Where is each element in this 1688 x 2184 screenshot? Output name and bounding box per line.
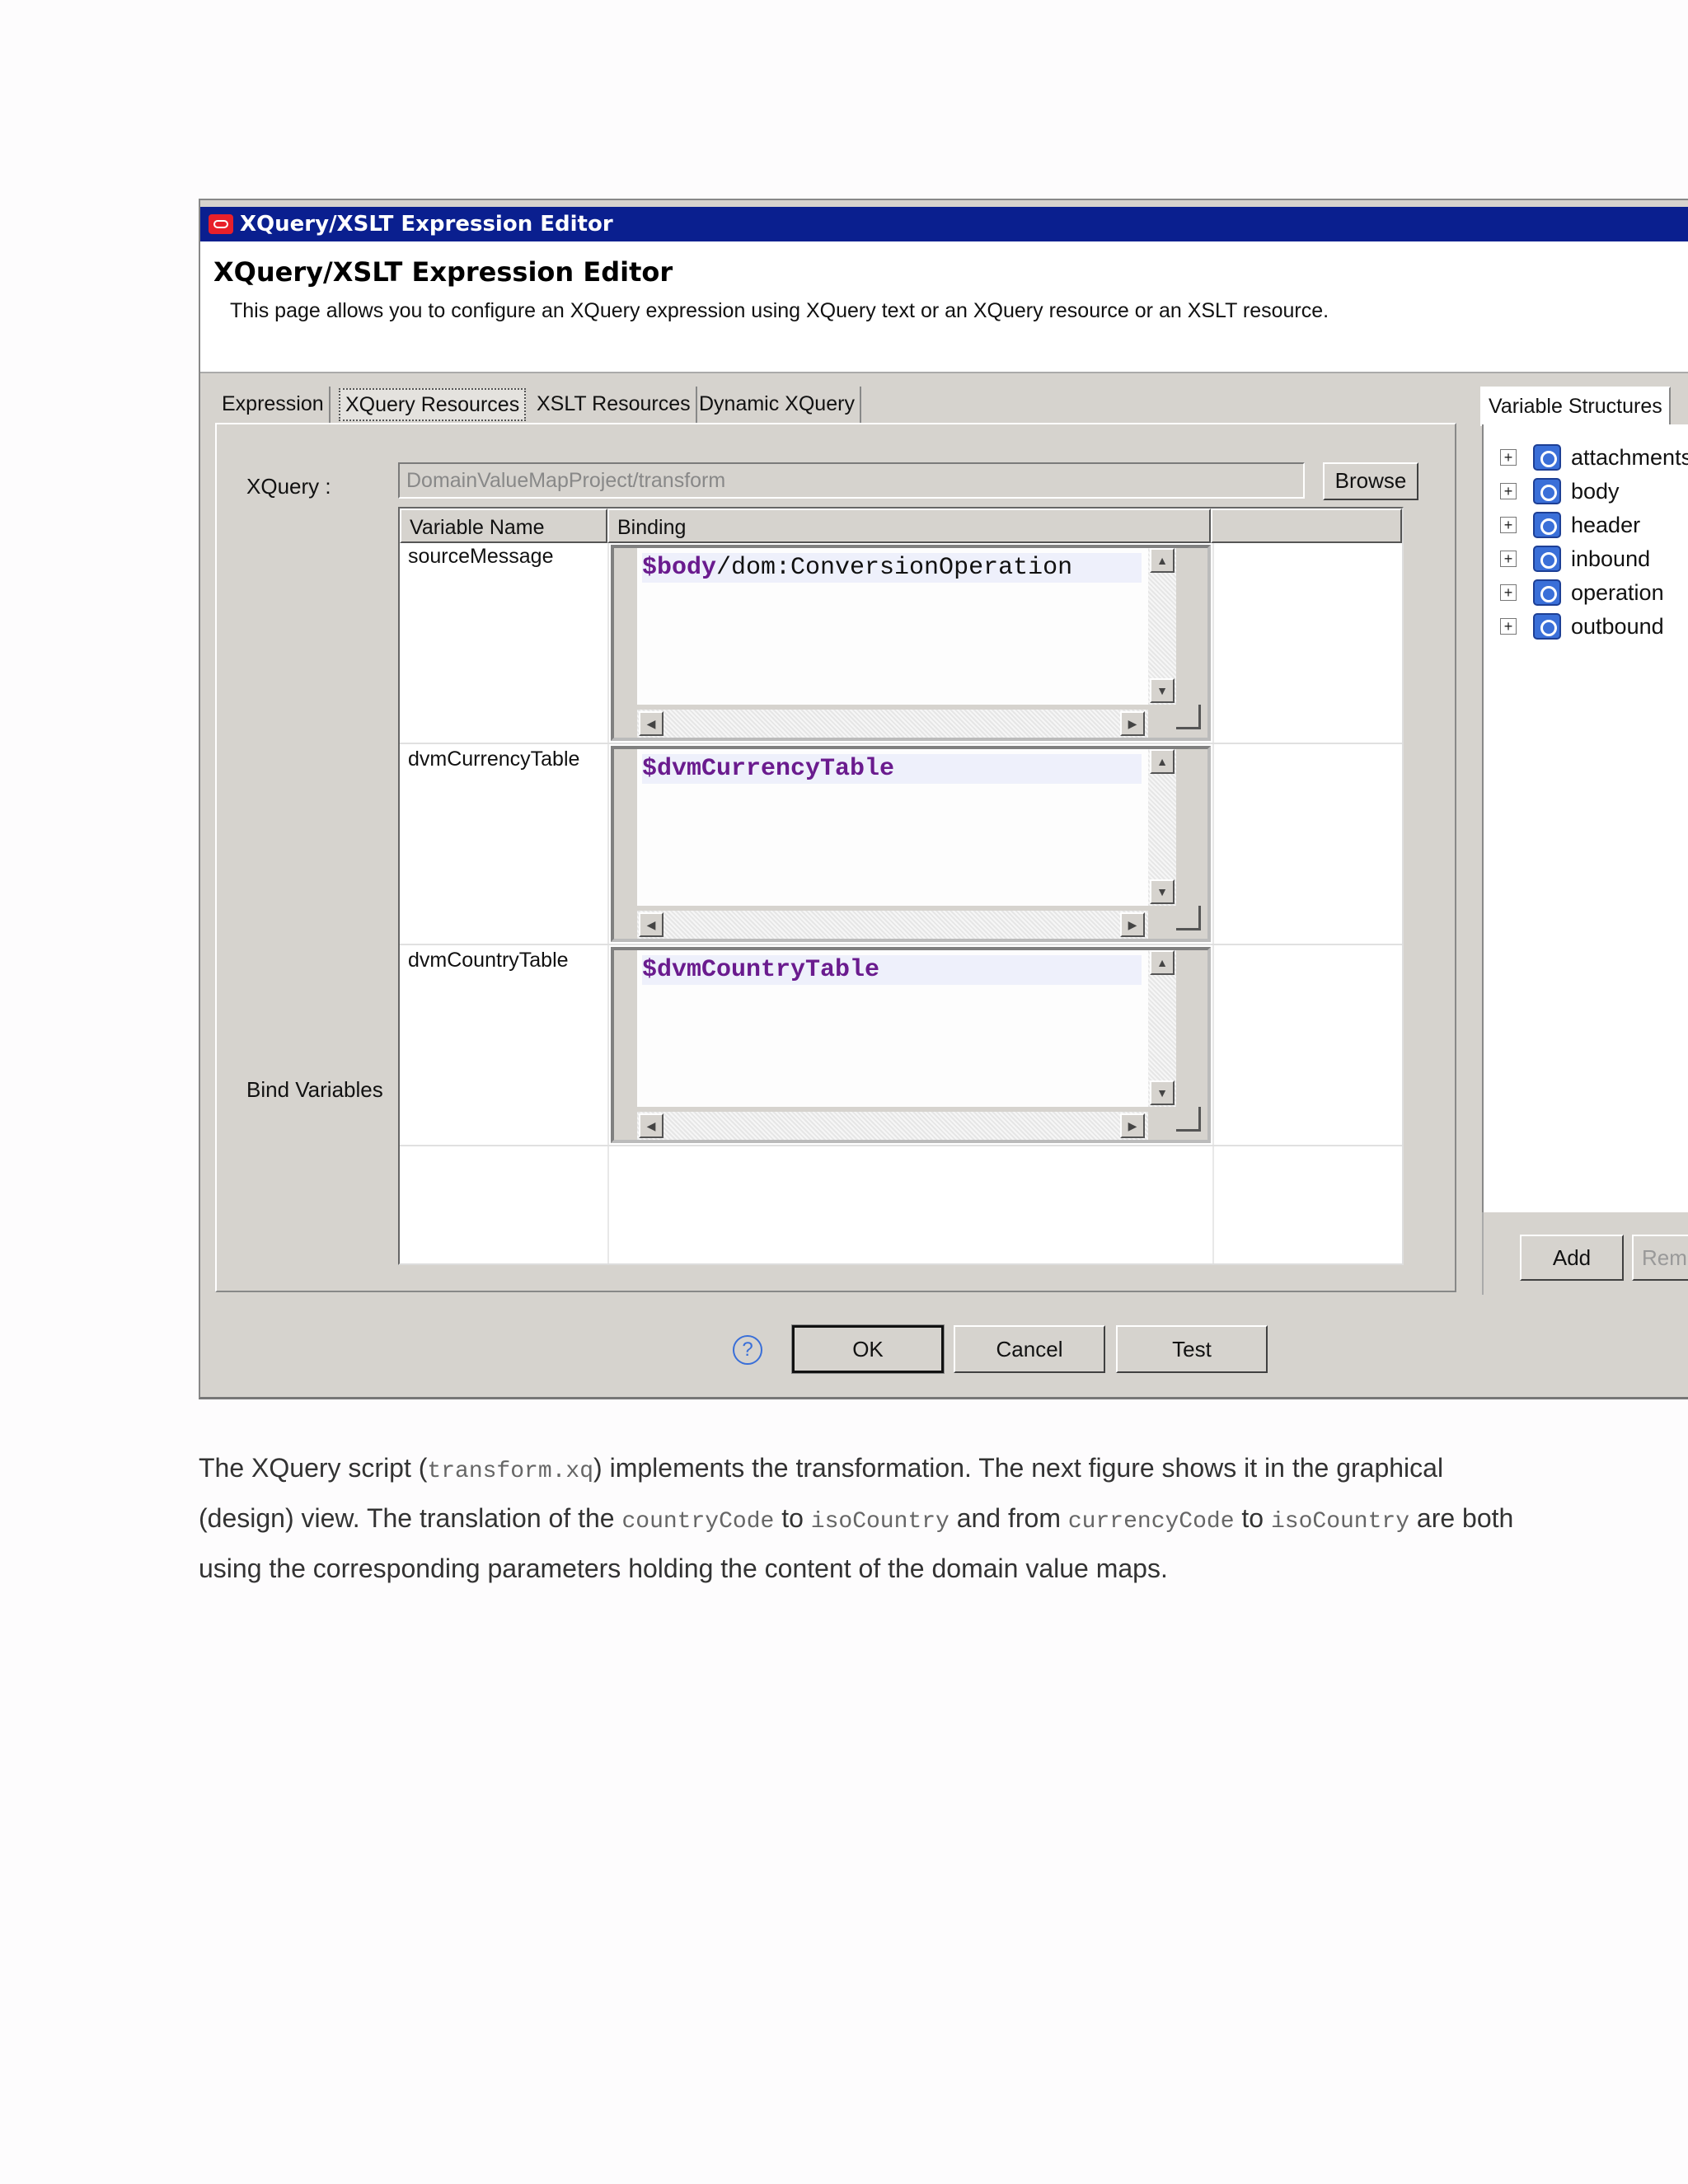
- vertical-scrollbar[interactable]: ▲ ▼: [1148, 548, 1176, 705]
- variable-icon: [1533, 444, 1561, 471]
- expand-icon[interactable]: +: [1500, 584, 1517, 601]
- binding-expression[interactable]: $body/dom:ConversionOperation: [642, 553, 1142, 583]
- column-header-binding[interactable]: Binding: [607, 509, 1211, 543]
- row-divider: [400, 944, 1402, 945]
- variable-icon: [1533, 579, 1561, 606]
- expand-icon[interactable]: +: [1500, 551, 1517, 567]
- tab-xslt-resources[interactable]: XSLT Resources: [532, 387, 697, 424]
- scroll-right-icon[interactable]: ▶: [1120, 1113, 1145, 1138]
- scroll-up-icon[interactable]: ▲: [1150, 950, 1175, 975]
- scroll-left-icon[interactable]: ◀: [639, 1113, 663, 1138]
- scroll-left-icon[interactable]: ◀: [639, 711, 663, 736]
- remove-variable-button[interactable]: Rem: [1632, 1235, 1688, 1281]
- expression-editor-dialog: XQuery/XSLT Expression Editor XQuery/XSL…: [199, 199, 1688, 1399]
- scroll-right-icon[interactable]: ▶: [1120, 912, 1145, 937]
- expand-icon[interactable]: +: [1500, 618, 1517, 635]
- tree-item-label: attachments: [1571, 445, 1688, 470]
- variable-icon: [1533, 613, 1561, 640]
- tab-variable-structures[interactable]: Variable Structures: [1480, 387, 1671, 426]
- scroll-up-icon[interactable]: ▲: [1150, 548, 1175, 573]
- binding-editor-dvmcountrytable[interactable]: $dvmCountryTable ▲ ▼ ◀ ▶: [611, 947, 1211, 1143]
- xquery-resource-input[interactable]: DomainValueMapProject/transform: [398, 462, 1305, 499]
- binding-text-area[interactable]: $dvmCurrencyTable: [637, 749, 1148, 906]
- ok-button[interactable]: OK: [791, 1324, 945, 1374]
- help-icon[interactable]: ?: [733, 1335, 762, 1365]
- title-bar[interactable]: XQuery/XSLT Expression Editor: [200, 207, 1688, 241]
- tree-item-label: inbound: [1571, 546, 1651, 571]
- tree-item-label: body: [1571, 479, 1620, 504]
- row-divider: [400, 743, 1402, 744]
- scroll-left-icon[interactable]: ◀: [639, 912, 663, 937]
- inline-code: countryCode: [621, 1509, 775, 1535]
- xquery-label: XQuery :: [246, 474, 331, 499]
- vertical-scrollbar[interactable]: ▲ ▼: [1148, 749, 1176, 906]
- browse-button[interactable]: Browse: [1323, 462, 1418, 500]
- variable-icon: [1533, 478, 1561, 504]
- header-panel: XQuery/XSLT Expression Editor This page …: [200, 241, 1688, 373]
- table-row-variable-name: dvmCountryTable: [408, 949, 569, 972]
- cancel-button[interactable]: Cancel: [954, 1325, 1105, 1373]
- resize-corner[interactable]: [1176, 1107, 1201, 1132]
- inline-code: currencyCode: [1067, 1509, 1235, 1535]
- test-button[interactable]: Test: [1116, 1325, 1268, 1373]
- table-row-variable-name: dvmCurrencyTable: [408, 748, 580, 771]
- tree-item-label: header: [1571, 513, 1641, 537]
- row-divider: [400, 1145, 1402, 1146]
- bind-variables-label: Bind Variables: [246, 1077, 383, 1102]
- variable-icon: [1533, 546, 1561, 572]
- tab-xquery-resources[interactable]: XQuery Resources: [339, 388, 527, 421]
- tree-item-label: outbound: [1571, 614, 1664, 639]
- inline-code: transform.xq: [427, 1459, 594, 1484]
- binding-text-area[interactable]: $body/dom:ConversionOperation: [637, 548, 1148, 705]
- vertical-scrollbar[interactable]: ▲ ▼: [1148, 950, 1176, 1107]
- window-title: XQuery/XSLT Expression Editor: [240, 212, 613, 237]
- scroll-right-icon[interactable]: ▶: [1120, 711, 1145, 736]
- binding-expression[interactable]: $dvmCountryTable: [642, 955, 1142, 985]
- binding-editor-sourcemessage[interactable]: $body/dom:ConversionOperation ▲ ▼ ◀ ▶: [611, 545, 1211, 741]
- binding-text-area[interactable]: $dvmCountryTable: [637, 950, 1148, 1107]
- scroll-up-icon[interactable]: ▲: [1150, 749, 1175, 774]
- column-header-empty: [1211, 509, 1402, 543]
- body-paragraph: The XQuery script (transform.xq) impleme…: [199, 1453, 1514, 1583]
- horizontal-scrollbar[interactable]: ◀ ▶: [637, 1112, 1148, 1140]
- column-divider: [607, 543, 609, 1263]
- variable-icon: [1533, 512, 1561, 538]
- add-variable-button[interactable]: Add: [1520, 1235, 1624, 1281]
- tab-expression[interactable]: Expression: [217, 387, 331, 424]
- oracle-app-icon: [209, 214, 233, 234]
- scroll-down-icon[interactable]: ▼: [1150, 1080, 1175, 1105]
- binding-editor-dvmcurrencytable[interactable]: $dvmCurrencyTable ▲ ▼ ◀ ▶: [611, 746, 1211, 942]
- page-title: XQuery/XSLT Expression Editor: [213, 256, 673, 288]
- horizontal-scrollbar[interactable]: ◀ ▶: [637, 911, 1148, 939]
- resize-corner[interactable]: [1176, 906, 1201, 930]
- tree-item-label: operation: [1571, 580, 1664, 605]
- expand-icon[interactable]: +: [1500, 517, 1517, 533]
- binding-expression[interactable]: $dvmCurrencyTable: [642, 754, 1142, 784]
- bind-variables-table: Variable Name Binding sourceMessage $bod…: [398, 507, 1404, 1265]
- table-row-variable-name: sourceMessage: [408, 545, 554, 568]
- column-divider: [1212, 543, 1214, 1263]
- page-description: This page allows you to configure an XQu…: [230, 299, 1329, 322]
- expand-icon[interactable]: +: [1500, 483, 1517, 499]
- inline-code: isoCountry: [1270, 1509, 1410, 1535]
- expand-icon[interactable]: +: [1500, 449, 1517, 466]
- column-header-variable-name[interactable]: Variable Name: [400, 509, 607, 543]
- scroll-down-icon[interactable]: ▼: [1150, 678, 1175, 703]
- horizontal-scrollbar[interactable]: ◀ ▶: [637, 710, 1148, 738]
- resize-corner[interactable]: [1176, 705, 1201, 729]
- xquery-resources-panel: XQuery : DomainValueMapProject/transform…: [215, 423, 1456, 1292]
- variable-structures-tree: + attachments + body + header + inbound …: [1482, 424, 1688, 1249]
- tab-dynamic-xquery[interactable]: Dynamic XQuery: [694, 387, 861, 424]
- scroll-down-icon[interactable]: ▼: [1150, 879, 1175, 904]
- inline-code: isoCountry: [810, 1509, 950, 1535]
